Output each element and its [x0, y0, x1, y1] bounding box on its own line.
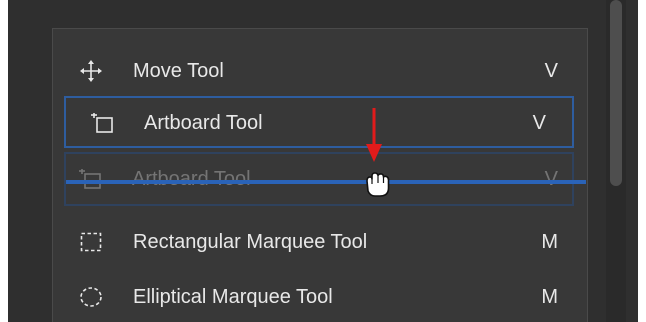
tool-shortcut: M: [541, 286, 558, 308]
tool-item-move[interactable]: Move Tool V: [53, 44, 586, 96]
tool-item-elliptical-marquee[interactable]: Elliptical Marquee Tool M: [53, 270, 586, 322]
tool-item-label: Move Tool: [133, 60, 224, 82]
tool-item-rectangular-marquee[interactable]: Rectangular Marquee Tool M: [53, 215, 586, 267]
scrollbar[interactable]: [606, 0, 626, 322]
tools-panel-window: Move Tool V Artboard Tool V Artboard Too…: [8, 0, 638, 322]
artboard-icon: [91, 113, 113, 133]
move-icon: [80, 60, 102, 82]
tool-shortcut: M: [541, 231, 558, 253]
red-arrow-annotation-icon: [366, 108, 382, 162]
tool-item-label: Rectangular Marquee Tool: [133, 231, 368, 253]
drop-indicator-line: [66, 180, 586, 184]
dragging-tool-item-ghost: Artboard Tool V: [64, 152, 574, 206]
artboard-icon: [79, 169, 101, 189]
scrollbar-thumb[interactable]: [610, 0, 622, 186]
grab-hand-icon: [366, 172, 390, 197]
ghost-item-label: Artboard Tool: [132, 168, 251, 190]
tool-item-artboard[interactable]: Artboard Tool V: [64, 96, 574, 148]
tool-item-label: Artboard Tool: [144, 112, 263, 134]
tool-shortcut: V: [532, 112, 546, 134]
ghost-item-shortcut: V: [544, 168, 558, 190]
tool-shortcut: V: [544, 60, 558, 82]
rectangular-marquee-icon: [80, 232, 102, 252]
elliptical-marquee-icon: [80, 287, 102, 307]
tool-item-label: Elliptical Marquee Tool: [133, 286, 333, 308]
